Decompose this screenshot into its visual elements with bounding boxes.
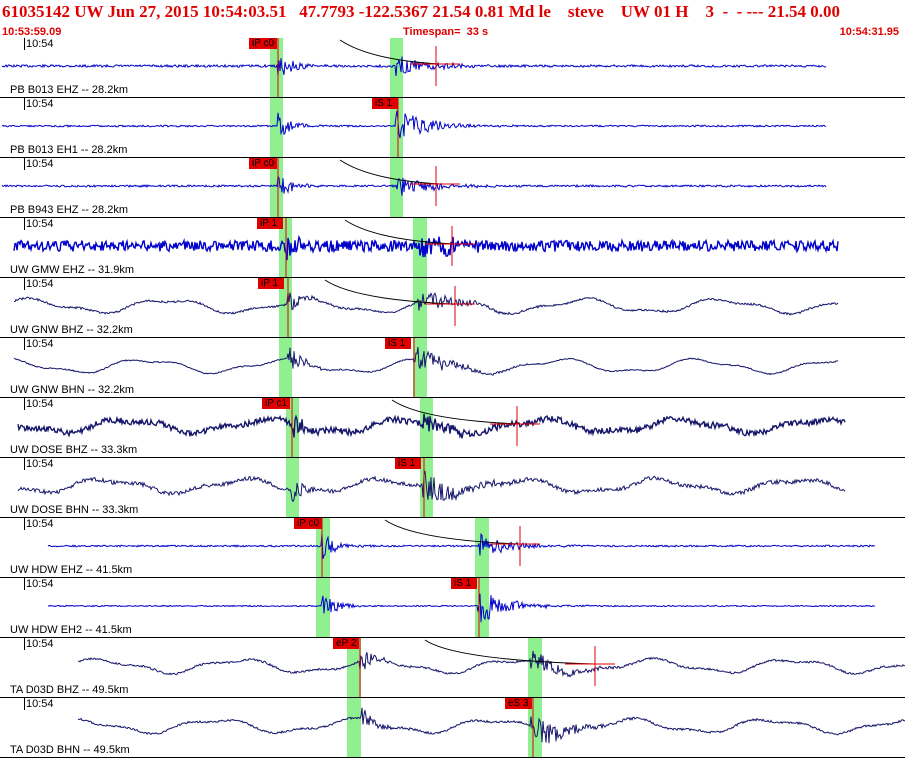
panel-left-axis: [24, 218, 25, 230]
waveform-canvas[interactable]: [0, 158, 905, 218]
seismogram-panel[interactable]: iS 1 10:54 PB B013 EH1 -- 28.2km: [0, 98, 905, 158]
seismogram-panel[interactable]: eS 3 10:54 TA D03D BHN -- 49.5km: [0, 698, 905, 758]
waveform-trace: [47, 593, 876, 623]
phase-pick-label[interactable]: iS 1: [372, 98, 398, 109]
waveform-canvas[interactable]: [0, 698, 905, 758]
phase-pick-label[interactable]: iP c0: [249, 158, 278, 169]
panel-left-axis: [24, 638, 25, 650]
panel-left-axis: [24, 518, 25, 530]
arrival-window-band: [347, 698, 361, 758]
panel-left-axis: [24, 98, 25, 110]
phase-pick-label[interactable]: eP 2: [333, 638, 360, 649]
phase-pick-label[interactable]: iP c1: [262, 398, 291, 409]
station-channel-label: PB B943 EHZ -- 28.2km: [10, 204, 128, 216]
phase-pick-label[interactable]: iP 1: [257, 218, 283, 229]
coda-duration-curve: [324, 279, 456, 305]
panel-left-axis: [24, 458, 25, 470]
waveform-canvas[interactable]: [0, 338, 905, 398]
panel-time-label: 10:54: [26, 638, 54, 650]
phase-pick-label[interactable]: iP c0: [294, 518, 323, 529]
waveform-trace: [1, 56, 827, 77]
seismogram-panel[interactable]: iP c0 10:54 UW HDW EHZ -- 41.5km: [0, 518, 905, 578]
station-channel-label: UW DOSE BHN -- 33.3km: [10, 504, 139, 516]
timespan-label: Timespan= 33 s: [403, 26, 489, 38]
station-channel-label: UW GMW EHZ -- 31.9km: [10, 264, 135, 276]
panel-left-axis: [24, 38, 25, 50]
station-channel-label: UW HDW EH2 -- 41.5km: [10, 624, 132, 636]
seismogram-panel[interactable]: iS 1 10:54 UW DOSE BHN -- 33.3km: [0, 458, 905, 518]
event-header: 61035142 UW Jun 27, 2015 10:54:03.51 47.…: [0, 0, 905, 26]
seismogram-panel-stack: iP c0 10:54 PB B013 EHZ -- 28.2km iS 1 10:54…: [0, 38, 905, 760]
arrival-window-band: [279, 338, 292, 398]
panel-left-axis: [24, 338, 25, 350]
waveform-canvas[interactable]: [0, 38, 905, 98]
waveform-canvas[interactable]: [0, 518, 905, 578]
arrival-window-band: [528, 638, 542, 698]
seismogram-panel[interactable]: iP 1 10:54 UW GMW EHZ -- 31.9km: [0, 218, 905, 278]
waveform-trace: [1, 110, 827, 139]
panel-time-label: 10:54: [26, 158, 54, 170]
panel-left-axis: [24, 158, 25, 170]
seismogram-panel[interactable]: iS 1 10:54 UW HDW EH2 -- 41.5km: [0, 578, 905, 638]
waveform-canvas[interactable]: [0, 278, 905, 338]
arrival-window-band: [420, 398, 433, 458]
station-channel-label: UW DOSE BHZ -- 33.3km: [10, 444, 138, 456]
waveform-canvas[interactable]: [0, 638, 905, 698]
seismogram-panel[interactable]: eP 2 10:54 TA D03D BHZ -- 49.5km: [0, 638, 905, 698]
arrival-window-band: [413, 278, 427, 338]
waveform-canvas[interactable]: [0, 98, 905, 158]
window-end-time: 10:54:31.95: [839, 26, 899, 38]
panel-time-label: 10:54: [26, 698, 54, 710]
station-channel-label: UW GNW BHZ -- 32.2km: [10, 324, 133, 336]
event-summary-title: 61035142 UW Jun 27, 2015 10:54:03.51 47.…: [2, 2, 840, 21]
seismogram-panel[interactable]: iP 1 10:54 UW GNW BHZ -- 32.2km: [0, 278, 905, 338]
waveform-trace: [47, 532, 876, 559]
panel-time-label: 10:54: [26, 458, 54, 470]
waveform-canvas[interactable]: [0, 218, 905, 278]
panel-time-label: 10:54: [26, 398, 54, 410]
phase-pick-label[interactable]: iS 1: [385, 338, 411, 349]
panel-time-label: 10:54: [26, 518, 54, 530]
station-channel-label: TA D03D BHZ -- 49.5km: [10, 684, 129, 696]
seismogram-panel[interactable]: iP c0 10:54 PB B943 EHZ -- 28.2km: [0, 158, 905, 218]
panel-time-label: 10:54: [26, 338, 54, 350]
waveform-trace: [77, 707, 905, 744]
station-channel-label: PB B013 EHZ -- 28.2km: [10, 84, 128, 96]
coda-duration-curve: [424, 639, 596, 665]
station-channel-label: PB B013 EH1 -- 28.2km: [10, 144, 128, 156]
phase-pick-label[interactable]: iP 1: [258, 278, 284, 289]
panel-left-axis: [24, 698, 25, 710]
panel-left-axis: [24, 578, 25, 590]
seismogram-panel[interactable]: iP c0 10:54 PB B013 EHZ -- 28.2km: [0, 38, 905, 98]
panel-time-label: 10:54: [26, 98, 54, 110]
seismogram-panel[interactable]: iS 1 10:54 UW GNW BHN -- 32.2km: [0, 338, 905, 398]
phase-pick-label[interactable]: iS 1: [395, 458, 421, 469]
waveform-trace: [1, 174, 827, 196]
phase-pick-label[interactable]: iP c0: [249, 38, 278, 49]
window-start-time: 10:53:59.09: [2, 26, 62, 38]
panel-time-label: 10:54: [26, 218, 54, 230]
waveform-trace: [78, 650, 905, 678]
panel-left-axis: [24, 398, 25, 410]
phase-pick-label[interactable]: eS 3: [505, 698, 532, 709]
panel-left-axis: [24, 278, 25, 290]
station-channel-label: UW GNW BHN -- 32.2km: [10, 384, 135, 396]
panel-time-label: 10:54: [26, 278, 54, 290]
phase-pick-label[interactable]: iS 1: [451, 578, 477, 589]
station-channel-label: UW HDW EHZ -- 41.5km: [10, 564, 133, 576]
station-channel-label: TA D03D BHN -- 49.5km: [10, 744, 130, 756]
seismogram-panel[interactable]: iP c1 10:54 UW DOSE BHZ -- 33.3km: [0, 398, 905, 458]
panel-time-label: 10:54: [26, 38, 54, 50]
arrival-window-band: [475, 518, 489, 578]
panel-time-label: 10:54: [26, 578, 54, 590]
coda-duration-curve: [384, 519, 521, 545]
